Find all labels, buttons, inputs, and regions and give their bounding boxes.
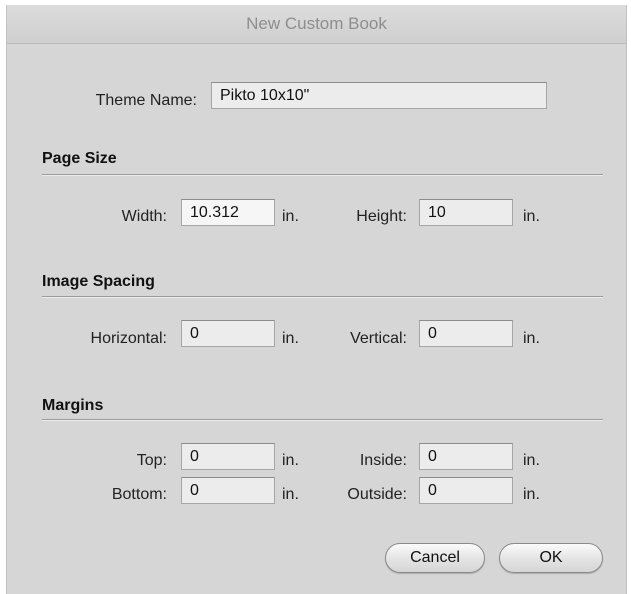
bottom-unit: in.: [282, 486, 299, 503]
vertical-label: Vertical:: [350, 330, 407, 347]
inside-label: Inside:: [359, 452, 407, 469]
outside-label: Outside:: [347, 486, 407, 503]
outside-unit: in.: [523, 486, 540, 503]
image-spacing-separator: [42, 296, 603, 298]
height-unit: in.: [523, 208, 540, 225]
inside-unit: in.: [523, 452, 540, 469]
height-field[interactable]: 10: [419, 199, 513, 226]
new-custom-book-dialog: New Custom Book Theme Name: Pikto 10x10"…: [6, 5, 627, 594]
image-spacing-heading: Image Spacing: [42, 273, 155, 290]
inside-field[interactable]: 0: [419, 443, 513, 470]
width-unit: in.: [282, 208, 299, 225]
page-size-separator: [42, 174, 603, 176]
margins-heading: Margins: [42, 397, 104, 414]
cancel-button[interactable]: Cancel: [385, 543, 485, 573]
bottom-label: Bottom:: [111, 486, 167, 503]
width-label: Width:: [121, 208, 167, 225]
theme-name-field[interactable]: Pikto 10x10": [211, 82, 547, 109]
vertical-field[interactable]: 0: [419, 320, 513, 347]
horizontal-field[interactable]: 0: [181, 320, 275, 347]
vertical-unit: in.: [523, 330, 540, 347]
outside-field[interactable]: 0: [419, 477, 513, 504]
top-unit: in.: [282, 452, 299, 469]
height-label: Height:: [356, 208, 407, 225]
ok-button[interactable]: OK: [499, 543, 603, 573]
horizontal-unit: in.: [282, 330, 299, 347]
top-label: Top:: [136, 452, 167, 469]
dialog-title: New Custom Book: [7, 5, 626, 44]
width-field[interactable]: 10.312: [181, 199, 275, 226]
bottom-field[interactable]: 0: [181, 477, 275, 504]
top-field[interactable]: 0: [181, 443, 275, 470]
page-size-heading: Page Size: [42, 150, 117, 167]
theme-name-label: Theme Name:: [95, 92, 197, 109]
margins-separator: [42, 419, 603, 421]
horizontal-label: Horizontal:: [90, 330, 167, 347]
